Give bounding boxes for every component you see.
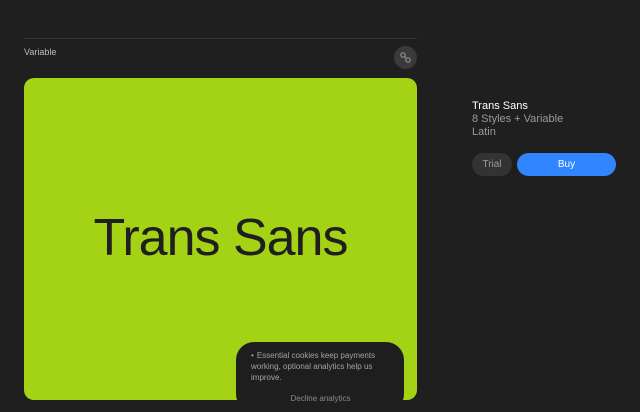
top-divider — [24, 38, 417, 39]
cookie-bullet: • — [251, 351, 254, 360]
cookie-message-text: Essential cookies keep payments working,… — [251, 351, 376, 382]
decline-analytics-button[interactable]: Decline analytics — [251, 394, 390, 404]
link-button[interactable] — [394, 46, 417, 69]
font-preview-text: Trans Sans — [93, 209, 349, 267]
buy-button[interactable]: Buy — [517, 153, 616, 176]
cookie-banner: • Essential cookies keep payments working… — [236, 342, 404, 412]
trial-button[interactable]: Trial — [472, 153, 512, 176]
link-icon — [400, 52, 411, 63]
product-styles: 8 Styles + Variable — [472, 113, 564, 125]
cookie-message: • Essential cookies keep payments working… — [251, 350, 390, 383]
product-info: Trans Sans 8 Styles + Variable Latin — [472, 100, 622, 139]
variant-label: Variable — [24, 47, 57, 57]
product-script: Latin — [472, 126, 496, 138]
purchase-actions: Trial Buy — [472, 153, 616, 176]
product-name: Trans Sans — [472, 100, 528, 112]
